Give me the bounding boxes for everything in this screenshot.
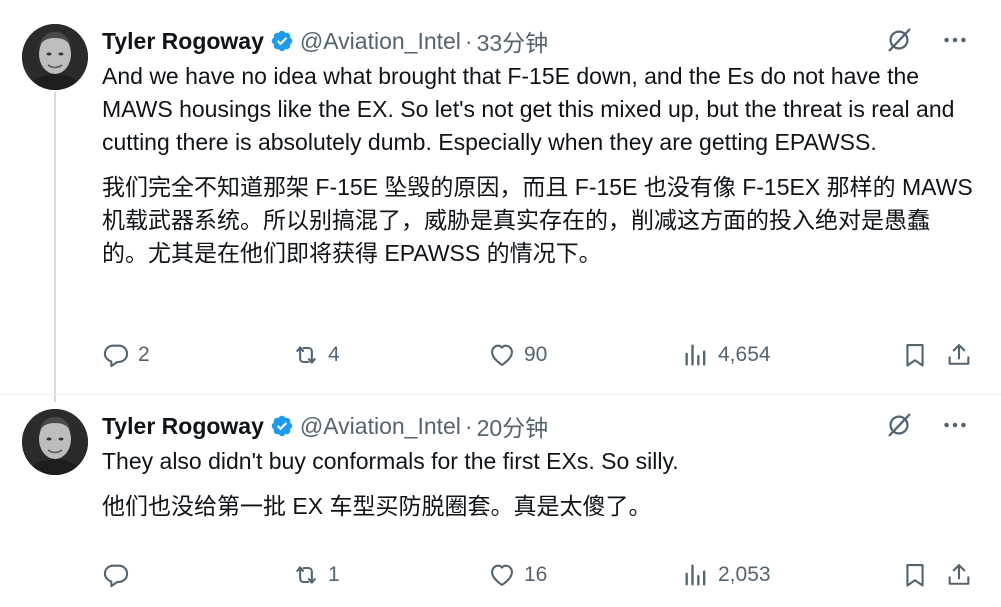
retweet-icon	[292, 341, 320, 369]
views-count: 2,053	[718, 563, 771, 586]
share-button[interactable]	[945, 561, 973, 589]
tweet-header: Tyler Rogoway @Aviation_Intel · 33分钟	[102, 22, 973, 60]
bar-chart-icon	[682, 561, 710, 589]
views-button[interactable]: 4,654	[682, 341, 771, 369]
retweet-button[interactable]: 4	[292, 341, 340, 369]
grok-slash-icon[interactable]	[883, 24, 915, 56]
bookmark-button[interactable]	[901, 561, 929, 589]
tweet-text-english: And we have no idea what brought that F-…	[102, 63, 961, 155]
verified-badge-icon	[270, 29, 294, 53]
author-handle[interactable]: @Aviation_Intel	[300, 28, 461, 55]
reply-count: 2	[138, 343, 150, 366]
like-button[interactable]: 90	[488, 341, 547, 369]
like-count: 90	[524, 343, 548, 366]
like-button[interactable]: 16	[488, 561, 547, 589]
share-upload-icon	[945, 561, 973, 589]
tweet-text-translation: 我们完全不知道那架 F-15E 坠毁的原因，而且 F-15E 也没有像 F-15…	[102, 174, 980, 266]
tweet-timestamp[interactable]: 33分钟	[477, 24, 549, 58]
tweet-action-bar: 2 4 90 4,654	[102, 338, 973, 372]
avatar[interactable]	[22, 24, 88, 90]
bookmark-icon	[901, 561, 929, 589]
author-handle[interactable]: @Aviation_Intel	[300, 413, 461, 440]
bookmark-button[interactable]	[901, 341, 929, 369]
header-actions	[883, 24, 971, 56]
tweet-text-translation: 他们也没给第一批 EX 车型买防脱圈套。真是太傻了。	[102, 493, 652, 519]
views-button[interactable]: 2,053	[682, 561, 771, 589]
header-actions	[883, 409, 971, 441]
tweet-timestamp[interactable]: 20分钟	[477, 409, 549, 443]
reply-button[interactable]: 2	[102, 341, 150, 369]
reply-bubble-icon	[102, 561, 130, 589]
grok-slash-icon[interactable]	[883, 409, 915, 441]
bar-chart-icon	[682, 341, 710, 369]
tweet-text-english: They also didn't buy conformals for the …	[102, 448, 679, 474]
author-name[interactable]: Tyler Rogoway	[102, 413, 264, 440]
tweet-content: Tyler Rogoway @Aviation_Intel · 33分钟 And…	[102, 22, 973, 270]
reply-button[interactable]	[102, 561, 138, 589]
more-dots-icon[interactable]	[939, 409, 971, 441]
heart-icon	[488, 561, 516, 589]
tweet[interactable]: Tyler Rogoway @Aviation_Intel · 20分钟 The…	[0, 395, 1001, 607]
share-button[interactable]	[945, 341, 973, 369]
tweet-header: Tyler Rogoway @Aviation_Intel · 20分钟	[102, 407, 973, 445]
avatar[interactable]	[22, 409, 88, 475]
separator-dot: ·	[464, 412, 473, 439]
verified-badge-icon	[270, 414, 294, 438]
like-count: 16	[524, 563, 548, 586]
tweet[interactable]: Tyler Rogoway @Aviation_Intel · 33分钟 And…	[0, 0, 1001, 402]
retweet-count: 1	[328, 563, 340, 586]
bookmark-icon	[901, 341, 929, 369]
tweet-content: Tyler Rogoway @Aviation_Intel · 20分钟 The…	[102, 407, 973, 523]
retweet-count: 4	[328, 343, 340, 366]
views-count: 4,654	[718, 343, 771, 366]
thread-connector-line	[54, 92, 56, 402]
separator-dot: ·	[464, 27, 473, 54]
heart-icon	[488, 341, 516, 369]
share-upload-icon	[945, 341, 973, 369]
author-name[interactable]: Tyler Rogoway	[102, 28, 264, 55]
tweet-action-bar: 1 16 2,053	[102, 558, 973, 592]
retweet-button[interactable]: 1	[292, 561, 340, 589]
retweet-icon	[292, 561, 320, 589]
more-dots-icon[interactable]	[939, 24, 971, 56]
reply-bubble-icon	[102, 341, 130, 369]
